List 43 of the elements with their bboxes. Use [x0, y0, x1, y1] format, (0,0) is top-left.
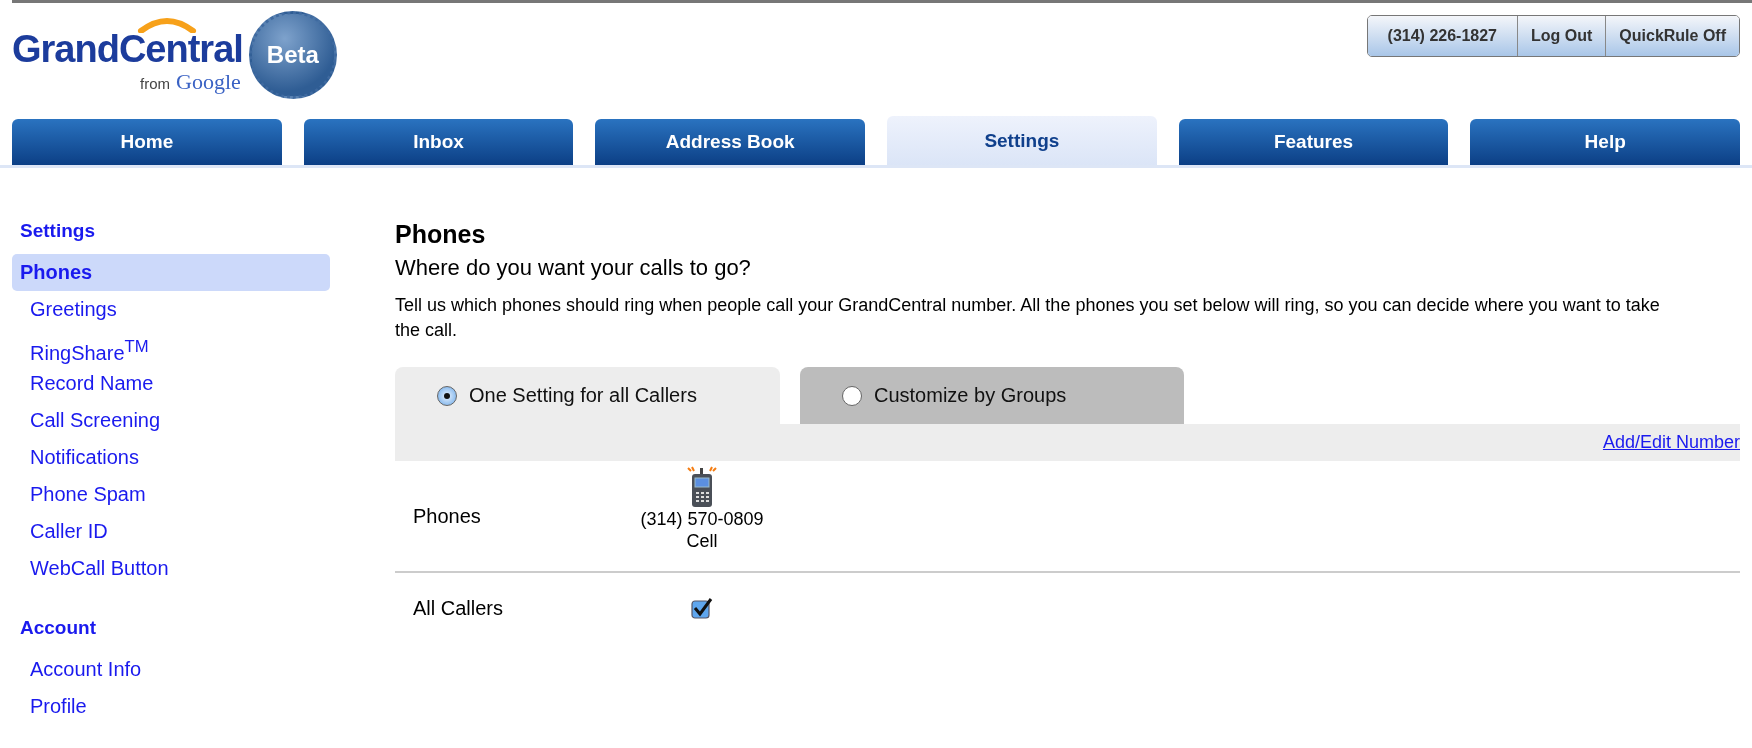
mode-tab[interactable]: One Setting for all Callers: [395, 367, 780, 424]
mode-tab-label: Customize by Groups: [874, 384, 1067, 407]
radio-button[interactable]: [437, 385, 457, 406]
account-button[interactable]: Log Out: [1517, 16, 1606, 56]
logo-byline: from: [140, 75, 171, 92]
nav-tab[interactable]: Home: [12, 119, 282, 165]
sidebar-item[interactable]: Call Screening: [12, 402, 330, 439]
phone-number: (314) 570-0809: [640, 508, 764, 530]
sidebar-heading[interactable]: Settings: [12, 220, 330, 254]
nav-tab[interactable]: Help: [1470, 119, 1741, 165]
beta-badge: Beta: [248, 11, 337, 99]
sidebar-item[interactable]: WebCall Button: [12, 550, 330, 587]
sidebar-item[interactable]: Phone Spam: [12, 476, 330, 513]
sidebar-item[interactable]: Phones: [12, 254, 330, 291]
checkbox[interactable]: [691, 597, 713, 619]
nav-tab[interactable]: Settings: [887, 116, 1157, 165]
add-edit-number-link[interactable]: Add/Edit Number: [1602, 432, 1740, 453]
mode-tab[interactable]: Customize by Groups: [800, 367, 1184, 424]
radio-button[interactable]: [842, 385, 862, 406]
row-label: Phones: [412, 504, 482, 528]
sidebar-item[interactable]: Profile: [12, 688, 330, 725]
cell-phone-icon[interactable]: [687, 466, 717, 508]
row-label: All Callers: [412, 596, 505, 620]
account-button[interactable]: (314) 226-1827: [1367, 16, 1517, 56]
nav-tab[interactable]: Inbox: [303, 119, 574, 165]
mode-tab-label: One Setting for all Callers: [469, 384, 697, 407]
sidebar-item[interactable]: Caller ID: [12, 513, 330, 550]
nav-tab[interactable]: Features: [1178, 119, 1449, 165]
logo-wordmark: GrandCentral: [12, 29, 243, 69]
page-subtitle: Where do you want your calls to go?: [395, 255, 752, 281]
sidebar-item[interactable]: Notifications: [12, 439, 330, 476]
page-description: Tell us which phones should ring when people call your GrandCentral number. All the phones you set below will ring, so you can decide where you want to take the call.: [395, 294, 1661, 342]
sidebar-item[interactable]: Account Info: [12, 651, 330, 688]
sidebar-item[interactable]: Greetings: [12, 291, 330, 328]
phone-type: Cell: [686, 530, 718, 552]
signal-arc-icon: [137, 17, 197, 33]
sidebar-heading[interactable]: Account: [12, 617, 330, 651]
account-button[interactable]: QuickRule Off: [1605, 16, 1739, 56]
nav-tab[interactable]: Address Book: [595, 119, 865, 165]
sidebar-item[interactable]: Record Name: [12, 365, 330, 402]
page-title: Phones: [395, 220, 487, 249]
logo-brand: Google: [176, 69, 241, 95]
sidebar-item[interactable]: RingShare$^{TM}$: [12, 328, 330, 365]
